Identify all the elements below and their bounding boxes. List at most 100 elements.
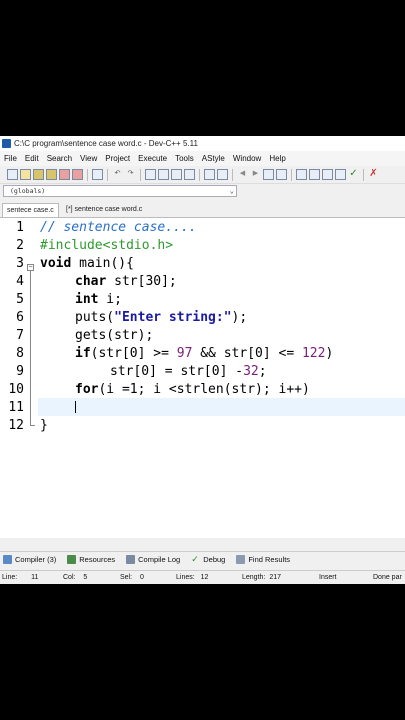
line-number: 4 (16, 274, 24, 289)
status-length-value: 217 (269, 574, 281, 581)
close-all-icon[interactable] (72, 169, 83, 180)
code-text: ; (258, 364, 267, 379)
toolbar: ↶ ↷ ◀ ▶ ✓ ✗ (0, 166, 405, 184)
line-number: 3 (16, 256, 24, 271)
replace-icon[interactable] (158, 169, 169, 180)
compiler-icon (3, 555, 12, 564)
code-text: str[30]; (106, 274, 177, 289)
tab-debug[interactable]: ✓ Debug (188, 554, 226, 565)
rebuild-icon[interactable] (335, 169, 346, 180)
menu-edit[interactable]: Edit (21, 154, 43, 163)
code-text: i; (98, 292, 122, 307)
toggle-bookmark-icon[interactable] (263, 169, 274, 180)
tab-sentece-case[interactable]: sentece case.c (2, 203, 59, 217)
code-text: (i =1; i <strlen(str); i++) (98, 382, 310, 397)
close-file-icon[interactable] (59, 169, 70, 180)
menu-window[interactable]: Window (229, 154, 265, 163)
code-line-8: if(str[0] >= 97 && str[0] <= 122) (75, 346, 333, 361)
scope-dropdown[interactable]: (globals) ⌄ (3, 185, 237, 197)
menu-file[interactable]: File (0, 154, 21, 163)
new-file-icon[interactable] (7, 169, 18, 180)
line-number: 6 (16, 310, 24, 325)
status-lines-value: 12 (200, 574, 209, 581)
tab-find-results[interactable]: Find Results (233, 555, 290, 564)
toolbar-separator (140, 168, 141, 181)
keyword: void (40, 256, 72, 271)
find-next-icon[interactable] (171, 169, 182, 180)
goto-line-icon[interactable] (184, 169, 195, 180)
menu-astyle[interactable]: AStyle (198, 154, 229, 163)
shield-icon[interactable] (276, 169, 287, 180)
code-line-7: gets(str); (75, 328, 154, 343)
status-sel-value: 0 (140, 574, 144, 581)
status-lines-label: Lines: (176, 574, 195, 581)
bookmark-prev-icon[interactable]: ◀ (237, 169, 248, 180)
status-message: Done par (373, 574, 402, 581)
status-col-value: 5 (83, 574, 88, 581)
tab-debug-label: Debug (203, 555, 226, 564)
line-gutter: 1 2 3 4 5 6 7 8 9 10 11 12 − (0, 218, 38, 538)
keyword: int (75, 292, 99, 307)
code-text: && str[0] <= (192, 346, 302, 361)
menu-view[interactable]: View (76, 154, 101, 163)
line-number: 2 (16, 238, 24, 253)
unindent-icon[interactable] (217, 169, 228, 180)
menu-project[interactable]: Project (101, 154, 134, 163)
indent-icon[interactable] (204, 169, 215, 180)
code-line-12: } (40, 418, 48, 433)
toolbar-separator (363, 168, 364, 181)
line-number: 1 (16, 220, 24, 235)
editor-tabs: sentece case.c [*] sentence case word.c (0, 202, 405, 218)
compile-run-icon[interactable] (322, 169, 333, 180)
code-line-1: // sentence case.... (40, 220, 197, 235)
bookmark-next-icon[interactable]: ▶ (250, 169, 261, 180)
code-line-10: for(i =1; i <strlen(str); i++) (75, 382, 310, 397)
line-number: 5 (16, 292, 24, 307)
fold-end (30, 425, 35, 426)
code-text: (str[0] >= (90, 346, 177, 361)
tab-sentence-case-word[interactable]: [*] sentence case word.c (62, 203, 146, 216)
check-icon[interactable]: ✓ (348, 169, 359, 180)
tab-resources[interactable]: Resources (64, 555, 115, 564)
status-sel: Sel: 0 (120, 574, 144, 581)
stop-icon[interactable]: ✗ (368, 169, 379, 180)
compile-icon[interactable] (296, 169, 307, 180)
menu-bar: File Edit Search View Project Execute To… (0, 151, 405, 166)
title-bar: C:\C program\sentence case word.c - Dev-… (0, 136, 405, 151)
status-sel-label: Sel: (120, 574, 133, 581)
code-line-4: char str[30]; (75, 274, 177, 289)
chevron-down-icon: ⌄ (229, 187, 234, 195)
redo-icon[interactable]: ↷ (125, 169, 136, 180)
scope-bar: (globals) ⌄ (0, 184, 405, 199)
line-number: 9 (16, 364, 24, 379)
menu-execute[interactable]: Execute (134, 154, 171, 163)
menu-search[interactable]: Search (43, 154, 76, 163)
line-number: 7 (16, 328, 24, 343)
save-icon[interactable] (33, 169, 44, 180)
status-lines: Lines: 12 (176, 574, 208, 581)
run-icon[interactable] (309, 169, 320, 180)
tab-compile-log[interactable]: Compile Log (123, 555, 180, 564)
devcpp-window: C:\C program\sentence case word.c - Dev-… (0, 136, 405, 584)
menu-tools[interactable]: Tools (171, 154, 198, 163)
code-text: str[0] = str[0] - (110, 364, 244, 379)
fold-toggle-icon[interactable]: − (27, 264, 34, 271)
code-text: ); (231, 310, 248, 325)
find-icon[interactable] (145, 169, 156, 180)
open-file-icon[interactable] (20, 169, 31, 180)
window-title: C:\C program\sentence case word.c - Dev-… (14, 139, 198, 148)
tab-compiler-label: Compiler (3) (15, 555, 57, 564)
menu-help[interactable]: Help (265, 154, 289, 163)
code-line-3: void main(){ (40, 256, 134, 271)
code-line-9: str[0] = str[0] -32; (110, 364, 267, 379)
print-icon[interactable] (92, 169, 103, 180)
undo-icon[interactable]: ↶ (112, 169, 123, 180)
toolbar-separator (87, 168, 88, 181)
code-text: puts( (75, 310, 115, 325)
debug-icon: ✓ (191, 554, 199, 564)
tab-compiler[interactable]: Compiler (3) (0, 555, 56, 564)
code-editor[interactable]: 1 2 3 4 5 6 7 8 9 10 11 12 − // sentence… (0, 218, 405, 538)
save-all-icon[interactable] (46, 169, 57, 180)
toolbar-separator (291, 168, 292, 181)
app-icon (2, 139, 11, 148)
